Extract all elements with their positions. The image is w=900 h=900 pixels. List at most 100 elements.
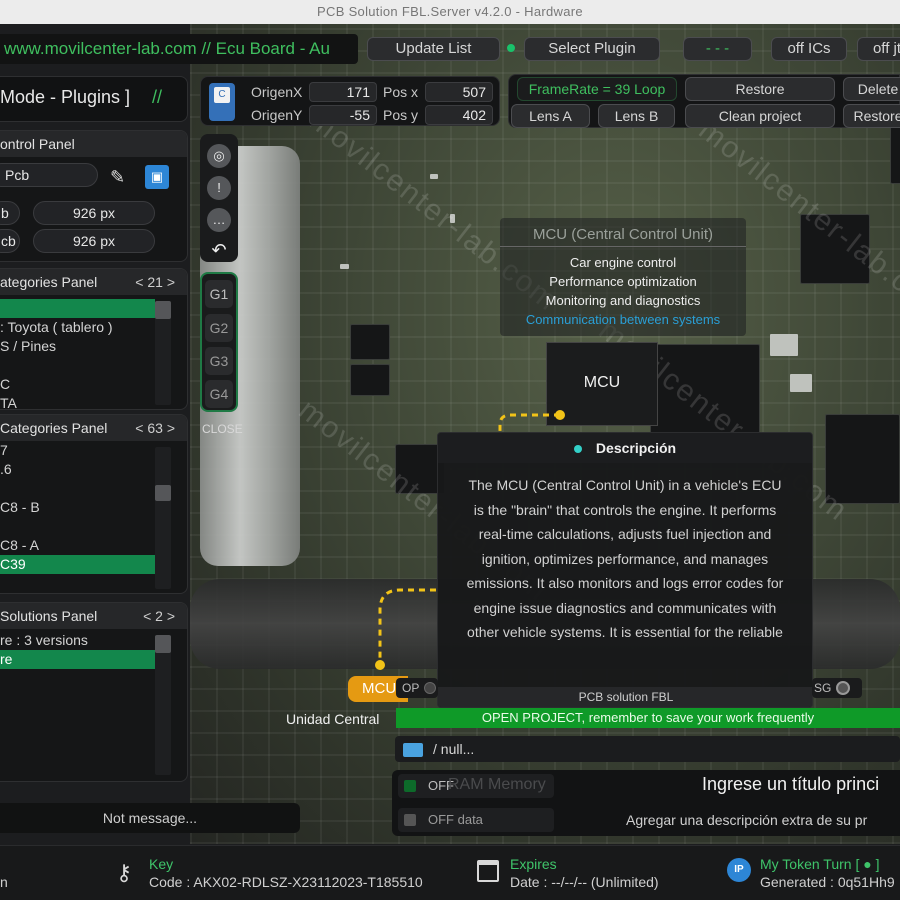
brush-icon[interactable]: ✎: [110, 167, 132, 189]
lens-b-button[interactable]: Lens B: [598, 104, 675, 128]
lens-a-button[interactable]: Lens A: [511, 104, 590, 128]
description-title: Descripción: [595, 440, 677, 456]
origen-y-field[interactable]: -55: [309, 105, 377, 125]
origen-x-label: OrigenX: [251, 84, 303, 100]
pos-y-field[interactable]: 402: [425, 105, 493, 125]
tool-sidebar: ◎ ! … ↶: [200, 134, 238, 262]
categories-pager[interactable]: < 21 >: [135, 269, 175, 295]
project-description-input[interactable]: Agregar una descripción extra de su pr: [626, 812, 867, 828]
comment-icon[interactable]: …: [207, 208, 231, 232]
key-icon: ⚷: [116, 860, 133, 885]
expires-value: Date : --/--/-- (Unlimited): [510, 874, 659, 890]
width-label-text: b: [1, 205, 9, 221]
list-item[interactable]: re: [0, 650, 155, 669]
description-footer: PCB solution FBL: [438, 687, 812, 707]
project-path-bar[interactable]: / null...: [395, 736, 900, 762]
alert-icon[interactable]: !: [207, 176, 231, 200]
target-icon[interactable]: ◎: [207, 144, 231, 168]
restore-secondary-button[interactable]: Restore: [843, 104, 900, 128]
view-controls-panel: FrameRate = 39 Loop Restore Delete Lens …: [508, 74, 900, 128]
categories-panel: ategories Panel < 21 > : Toyota ( tablero…: [0, 268, 188, 410]
mode-slashes: //: [152, 87, 163, 107]
height-value-field[interactable]: 926 px: [33, 229, 155, 253]
project-path: / null...: [433, 741, 475, 757]
width-value-field[interactable]: 926 px: [33, 201, 155, 225]
project-title-input[interactable]: Ingrese un título princi: [702, 774, 879, 795]
site-banner: www.movilcenter-lab.com // Ecu Board - A…: [0, 34, 358, 64]
mode-panel: Mode - Plugins ] //: [0, 76, 188, 122]
off-jt-button[interactable]: off jt: [857, 37, 900, 61]
folder-icon: [403, 743, 423, 758]
categories-scrollbar[interactable]: [155, 301, 171, 405]
solutions-pager[interactable]: < 2 >: [143, 603, 175, 629]
description-popup: Descripción The MCU (Central Control Uni…: [437, 432, 813, 708]
height-value: 926 px: [72, 233, 116, 249]
solutions-panel-header: Solutions Panel < 2 >: [0, 603, 187, 629]
delete-button[interactable]: Delete: [843, 77, 900, 101]
pos-x-field[interactable]: 507: [425, 82, 493, 102]
ram-toggle[interactable]: OFF RAM Memory: [398, 774, 554, 798]
categories-panel-header: ategories Panel < 21 >: [0, 269, 187, 295]
description-header: Descripción: [438, 433, 812, 463]
update-list-button[interactable]: Update List: [367, 37, 500, 61]
ic-chip: [350, 364, 390, 396]
origen-x-field[interactable]: 171: [309, 82, 377, 102]
save-icon[interactable]: ▣: [145, 165, 169, 189]
data-toggle[interactable]: OFF data: [398, 808, 554, 832]
group-4-button[interactable]: G4: [205, 380, 233, 408]
height-label-text: cb: [1, 233, 16, 249]
subcategories-pager[interactable]: < 63 >: [135, 415, 175, 441]
undo-icon[interactable]: ↶: [207, 238, 231, 262]
sg-toggle-label: SG: [814, 681, 832, 695]
mcu-info-line: Car engine control: [569, 255, 677, 270]
window-title: PCB Solution FBL.Server v4.2.0 - Hardwar…: [0, 0, 900, 24]
origen-y-label: OrigenY: [251, 107, 303, 123]
restore-button[interactable]: Restore: [685, 77, 835, 101]
group-selector: G1 G2 G3 G4: [200, 272, 238, 412]
project-info-panel: OFF RAM Memory Ingrese un título princi …: [392, 770, 900, 836]
list-item[interactable]: C39: [0, 555, 155, 574]
footer-bar: n ⚷ Key Code : AKX02-RDLSZ-X23112023-T18…: [0, 845, 900, 900]
framerate-display: FrameRate = 39 Loop: [517, 77, 677, 101]
group-3-button[interactable]: G3: [205, 347, 233, 375]
component-icon[interactable]: C: [209, 83, 235, 121]
op-toggle-label: OP: [402, 681, 420, 695]
open-project-banner: OPEN PROJECT, remember to save your work…: [396, 708, 900, 728]
pos-y-label: Pos y: [383, 107, 419, 123]
op-toggle[interactable]: OP: [396, 678, 438, 698]
subcategories-panel: Categories Panel < 63 > 7 .6 C8 - B C8 - …: [0, 414, 188, 594]
expires-label: Expires: [510, 856, 557, 872]
description-dot-icon: [573, 445, 582, 454]
select-plugin-button[interactable]: Select Plugin: [524, 37, 660, 61]
off-ics-button[interactable]: off ICs: [771, 37, 847, 61]
dashes-button[interactable]: - - -: [683, 37, 752, 61]
ram-memory-label: RAM Memory: [448, 776, 546, 793]
close-groups-button[interactable]: CLOSE: [202, 422, 243, 436]
group-2-button[interactable]: G2: [205, 314, 233, 342]
mcu-info-line: Monitoring and diagnostics: [545, 293, 701, 308]
coordinates-panel: C OrigenX 171 Pos x 507 OrigenY -55 Pos …: [200, 76, 500, 126]
mcu-info-link[interactable]: Communication between systems: [500, 310, 746, 329]
subcategories-panel-header: Categories Panel < 63 >: [0, 415, 187, 441]
subcategories-scrollbar[interactable]: [155, 447, 171, 589]
group-1-button[interactable]: G1: [205, 280, 233, 308]
ic-chip: [890, 124, 900, 184]
ic-chip: [350, 324, 390, 360]
categories-panel-title: ategories Panel: [0, 274, 98, 290]
list-item[interactable]: [0, 299, 155, 318]
sg-toggle[interactable]: SG: [812, 678, 862, 698]
subcategories-panel-title: Categories Panel: [0, 420, 108, 436]
ip-location-icon: IP: [727, 858, 751, 882]
footer-left-text: n: [0, 874, 8, 890]
clean-project-button[interactable]: Clean project: [685, 104, 835, 128]
token-value: Generated : 0q51Hh9: [760, 874, 895, 890]
calendar-icon: [477, 860, 499, 882]
solutions-panel: Solutions Panel < 2 > re : 3 versions re: [0, 602, 188, 782]
height-label: cb: [0, 229, 20, 253]
token-label: My Token Turn [ ● ]: [760, 856, 880, 872]
pcb-name-value: Pcb: [5, 167, 30, 183]
pcb-name-field[interactable]: Pcb: [0, 163, 98, 187]
key-label: Key: [149, 856, 174, 872]
data-off-label: OFF data: [428, 812, 483, 827]
solutions-scrollbar[interactable]: [155, 635, 171, 775]
